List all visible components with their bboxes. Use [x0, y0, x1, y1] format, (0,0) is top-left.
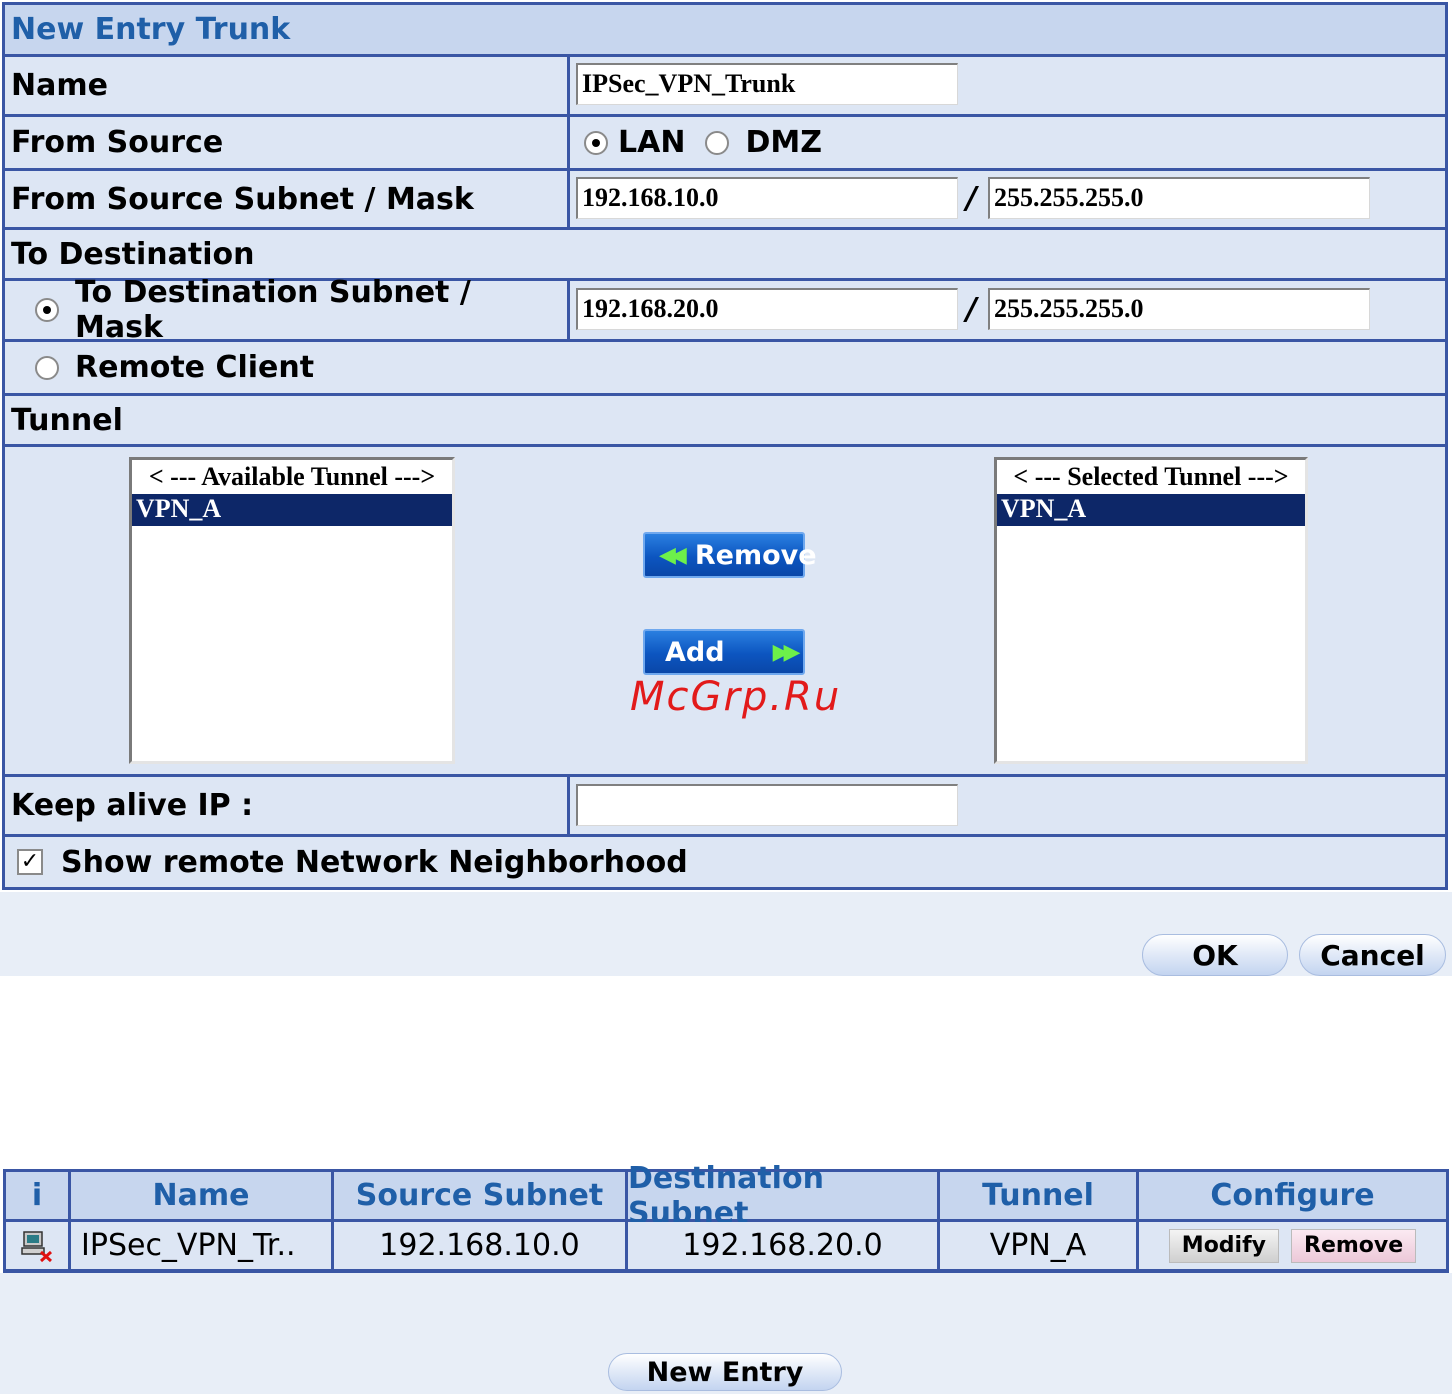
computer-remove-icon [21, 1230, 53, 1262]
cancel-label: Cancel [1320, 938, 1425, 972]
double-left-arrow-icon: ◀◀ [659, 542, 687, 568]
to-destination-label: To Destination [11, 236, 255, 272]
from-source-label-cell: From Source [5, 117, 567, 168]
src-separator: / [966, 181, 977, 216]
remote-client-radio[interactable] [35, 355, 59, 380]
keep-alive-label: Keep alive IP : [11, 788, 254, 823]
tunnel-label: Tunnel [11, 402, 123, 438]
form-title-text: New Entry Trunk [11, 12, 291, 47]
available-tunnel-list[interactable]: < --- Available Tunnel ---> VPN_A [129, 457, 455, 764]
remove-tunnel-label: Remove [694, 539, 817, 571]
source-lan-label: LAN [618, 125, 686, 160]
dest-subnet-input[interactable]: 192.168.20.0 [576, 288, 958, 330]
table-row-configure: Modify Remove [1139, 1222, 1446, 1269]
new-entry-button[interactable]: New Entry [608, 1353, 842, 1391]
keep-alive-value-cell [570, 777, 1445, 834]
selected-tunnel-item[interactable]: VPN_A [997, 494, 1305, 526]
name-label: Name [11, 68, 108, 103]
dest-separator: / [966, 292, 977, 327]
to-destination-cell: To Destination [5, 230, 1445, 278]
new-entry-trunk-form: New Entry Trunk Name IPSec_VPN_Trunk Fro… [2, 2, 1448, 890]
new-entry-label: New Entry [646, 1356, 804, 1388]
from-source-label: From Source [11, 125, 224, 160]
col-header-info: i [6, 1172, 68, 1219]
remote-client-label: Remote Client [75, 350, 315, 385]
table-actions-bar: New Entry [0, 1273, 1452, 1394]
dest-subnet-value-cell: 192.168.20.0 / 255.255.255.0 [570, 281, 1445, 339]
src-subnet-label: From Source Subnet / Mask [11, 181, 474, 217]
ok-button[interactable]: OK [1142, 934, 1288, 976]
show-neighborhood-label: Show remote Network Neighborhood [61, 844, 688, 880]
col-header-configure: Configure [1139, 1172, 1446, 1219]
from-source-options: LAN DMZ [570, 117, 1445, 168]
name-input[interactable]: IPSec_VPN_Trunk [576, 63, 958, 105]
src-subnet-value-cell: 192.168.10.0 / 255.255.255.0 [570, 171, 1445, 227]
selected-tunnel-list[interactable]: < --- Selected Tunnel ---> VPN_A [994, 457, 1308, 764]
dest-subnet-label-cell: To Destination Subnet / Mask [5, 275, 567, 345]
watermark: McGrp.Ru [630, 674, 842, 720]
remove-entry-label: Remove [1304, 1233, 1404, 1258]
name-label-cell: Name [5, 57, 567, 114]
cancel-button[interactable]: Cancel [1299, 934, 1446, 976]
remote-client-cell: Remote Client [5, 342, 1445, 393]
col-header-source-subnet: Source Subnet [334, 1172, 625, 1219]
col-header-destination-subnet: Destination Subnet [628, 1161, 937, 1231]
col-header-name: Name [71, 1172, 331, 1219]
tunnel-selector-area: < --- Available Tunnel ---> VPN_A ◀◀ Rem… [5, 447, 1445, 774]
source-lan-radio[interactable] [584, 130, 608, 155]
dest-subnet-label: To Destination Subnet / Mask [75, 275, 471, 345]
dest-mask-input[interactable]: 255.255.255.0 [988, 288, 1370, 330]
table-row-name: IPSec_VPN_Tr.. [71, 1222, 331, 1269]
modify-button[interactable]: Modify [1168, 1228, 1280, 1263]
name-value-cell: IPSec_VPN_Trunk [570, 57, 1445, 114]
selected-tunnel-header: < --- Selected Tunnel ---> [1013, 462, 1289, 491]
modify-label: Modify [1181, 1233, 1267, 1258]
available-tunnel-item[interactable]: VPN_A [132, 494, 452, 526]
show-neighborhood-cell: ✓ Show remote Network Neighborhood [5, 837, 1445, 887]
keep-alive-input[interactable] [576, 784, 958, 826]
form-title: New Entry Trunk [5, 5, 1445, 54]
table-row-tunnel: VPN_A [940, 1222, 1136, 1269]
show-neighborhood-checkbox[interactable]: ✓ [17, 849, 43, 875]
table-row-destination-subnet: 192.168.20.0 [628, 1222, 937, 1269]
remove-tunnel-button[interactable]: ◀◀ Remove [643, 532, 817, 578]
tunnel-cell: Tunnel [5, 396, 1445, 444]
double-right-arrow-icon: ▶▶ [772, 639, 801, 665]
dest-subnet-radio[interactable] [35, 298, 59, 322]
src-mask-input[interactable]: 255.255.255.0 [988, 177, 1370, 219]
trunk-table: i Name Source Subnet Destination Subnet … [3, 1161, 1449, 1273]
src-subnet-label-cell: From Source Subnet / Mask [5, 171, 567, 227]
source-dmz-label: DMZ [745, 125, 822, 160]
ok-label: OK [1192, 938, 1238, 972]
available-tunnel-header: < --- Available Tunnel ---> [148, 462, 436, 491]
source-dmz-radio[interactable] [705, 130, 730, 155]
add-tunnel-button[interactable]: Add ▶▶ [643, 629, 805, 675]
form-actions-bar: OK Cancel [0, 892, 1452, 976]
table-row-source-subnet: 192.168.10.0 [334, 1222, 625, 1269]
add-tunnel-label: Add [665, 636, 725, 668]
keep-alive-label-cell: Keep alive IP : [5, 777, 567, 834]
remove-entry-button[interactable]: Remove [1291, 1228, 1417, 1263]
table-row-icon-cell [6, 1222, 68, 1269]
col-header-tunnel: Tunnel [940, 1172, 1136, 1219]
src-subnet-input[interactable]: 192.168.10.0 [576, 177, 958, 219]
